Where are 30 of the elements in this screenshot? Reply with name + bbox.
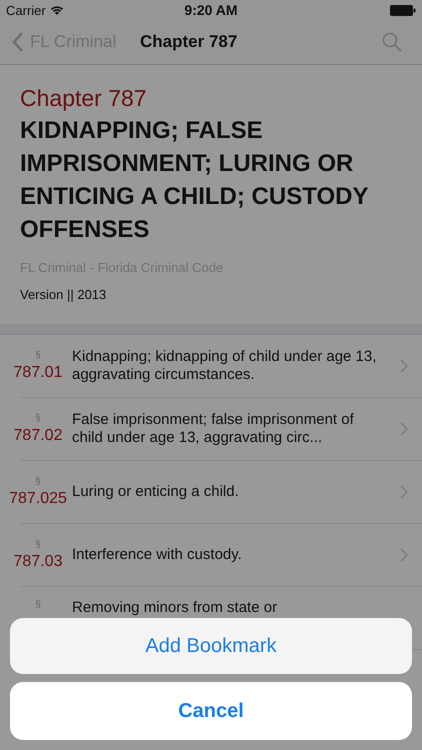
chapter-title: KIDNAPPING; FALSE IMPRISONMENT; LURING OR ENTICING A CHILD; CUSTODY OFFENSES bbox=[20, 116, 370, 245]
section-symbol: § bbox=[35, 539, 41, 550]
carrier-label: Carrier bbox=[6, 2, 46, 18]
section-symbol: § bbox=[35, 350, 41, 361]
section-symbol: § bbox=[35, 599, 41, 610]
section-number: 787.025 bbox=[9, 490, 67, 508]
wifi-icon bbox=[50, 4, 64, 16]
section-title: Removing minors from state or bbox=[71, 599, 278, 617]
battery-icon bbox=[390, 4, 416, 16]
chevron-right-icon bbox=[400, 422, 408, 436]
chevron-left-icon bbox=[12, 31, 24, 53]
section-title: Interference with custody. bbox=[71, 546, 243, 564]
chevron-right-icon bbox=[400, 485, 408, 499]
section-title: Luring or enticing a child. bbox=[71, 483, 240, 501]
nav-title: Chapter 787 bbox=[140, 32, 238, 52]
section-symbol: § bbox=[35, 476, 41, 487]
version-label: Version || 2013 bbox=[20, 287, 108, 302]
section-number: 787.02 bbox=[14, 427, 62, 445]
section-title: False imprisonment; false imprisonment of child under age 13, aggravating circ... bbox=[71, 411, 355, 447]
chapter-number: Chapter 787 bbox=[20, 85, 148, 112]
section-symbol: § bbox=[35, 413, 41, 424]
section-number: 787.01 bbox=[14, 364, 62, 382]
search-icon[interactable] bbox=[382, 32, 402, 52]
chevron-right-icon bbox=[400, 359, 408, 373]
cancel-button[interactable]: Cancel bbox=[10, 682, 412, 740]
add-bookmark-button[interactable]: Add Bookmark bbox=[10, 618, 412, 674]
clock: 9:20 AM bbox=[183, 2, 239, 18]
chevron-right-icon bbox=[400, 548, 408, 562]
section-number: 787.03 bbox=[14, 553, 62, 571]
section-title: Kidnapping; kidnapping of child under age 13, aggravating circumstances. bbox=[71, 348, 378, 384]
